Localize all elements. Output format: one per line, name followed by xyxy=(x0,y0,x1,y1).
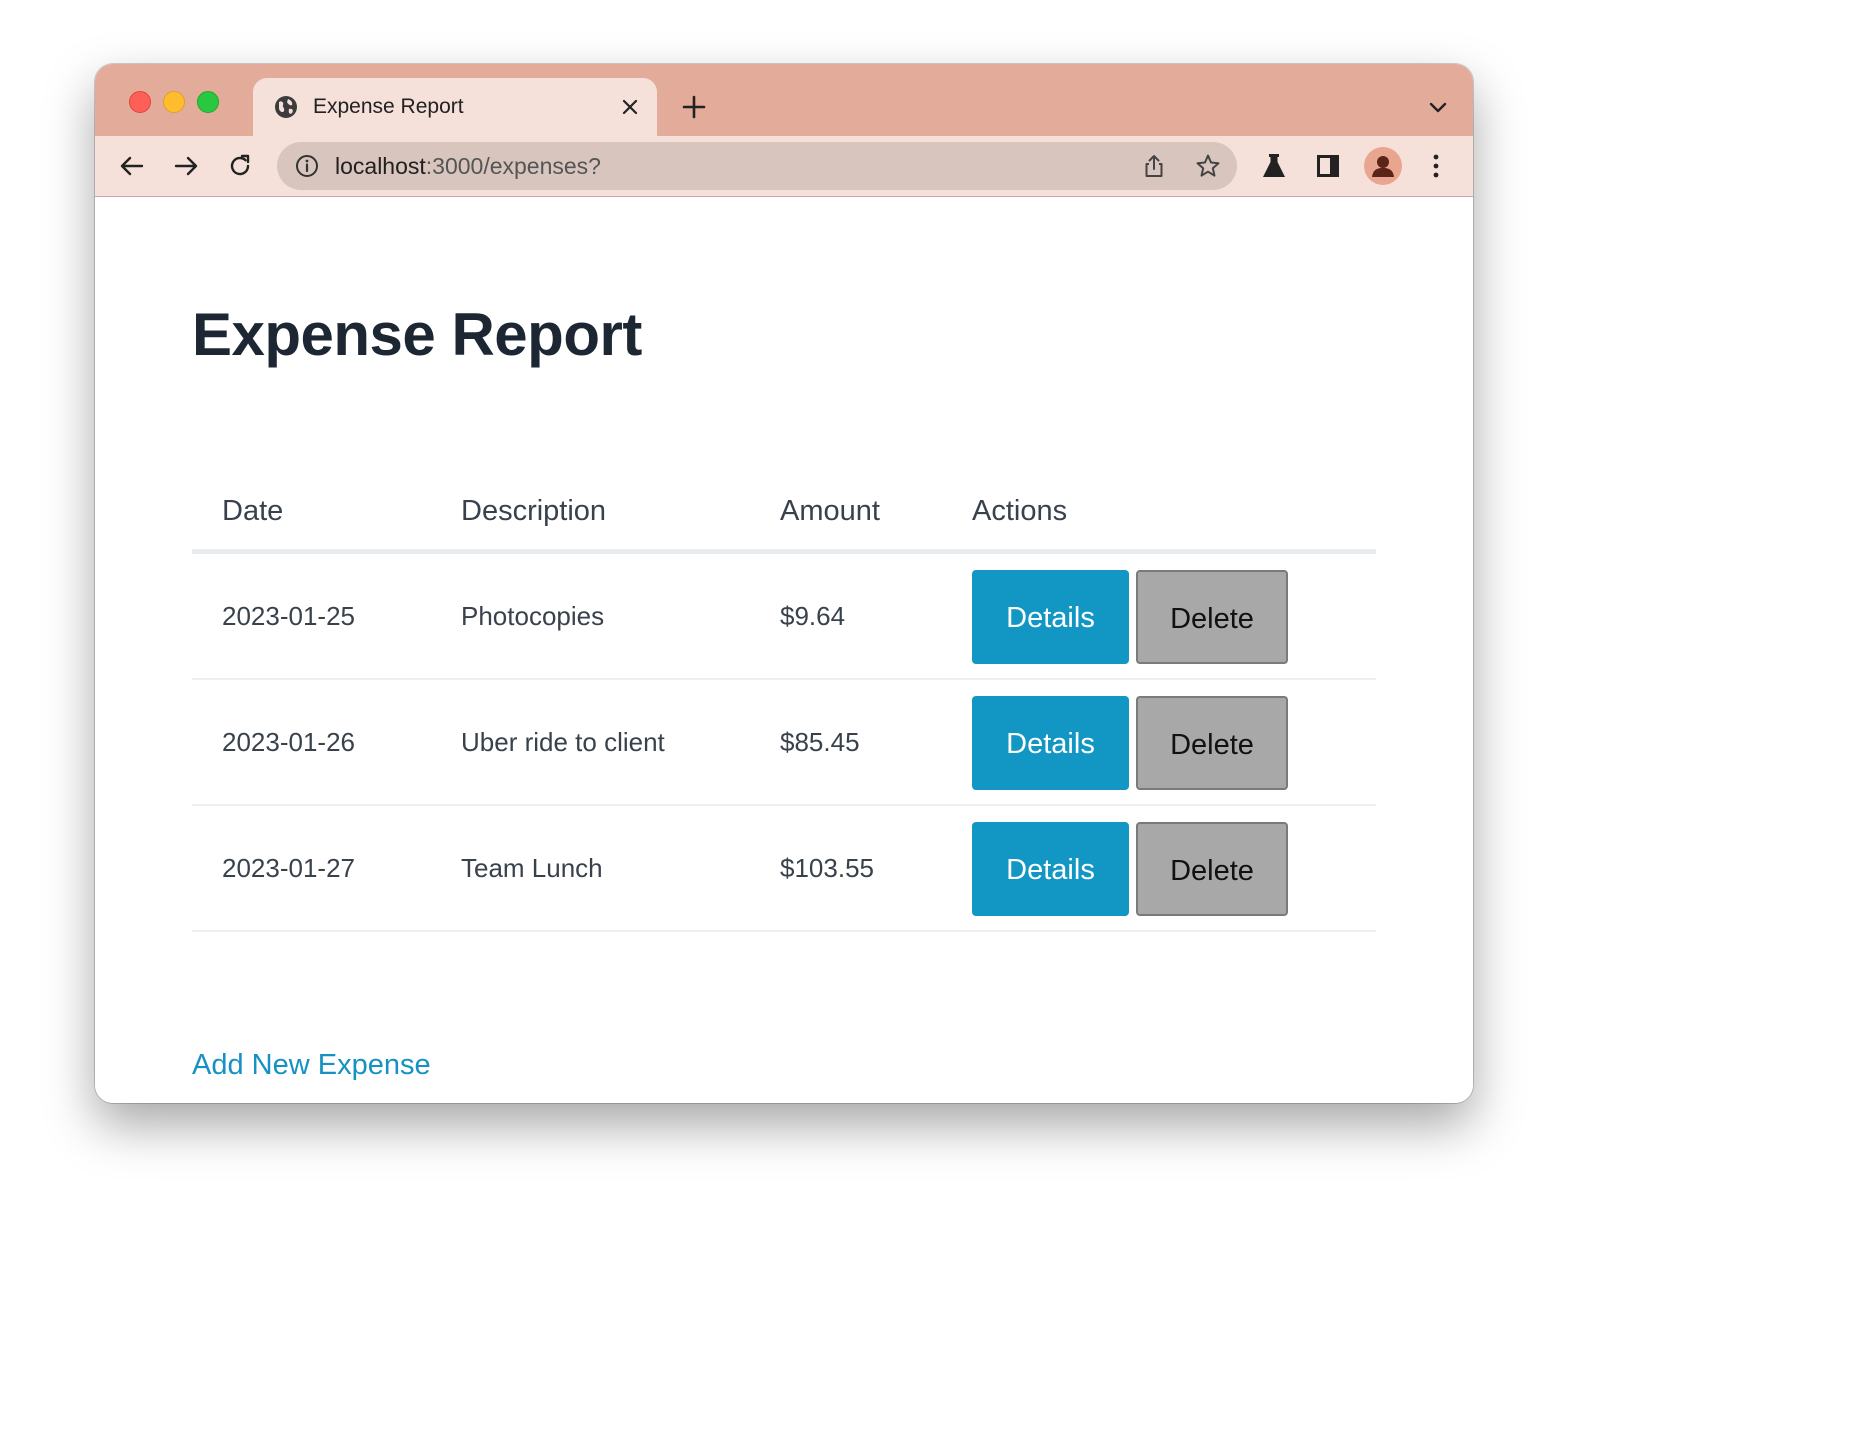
expense-table: Date Description Amount Actions 2023-01-… xyxy=(192,477,1376,932)
info-icon[interactable] xyxy=(295,154,319,178)
page-content: Expense Report Date Description Amount A… xyxy=(95,197,1473,1103)
browser-window: Expense Report localhost:3000/expenses? … xyxy=(95,64,1473,1103)
url-path: :3000/expenses? xyxy=(425,153,601,179)
delete-button[interactable]: Delete xyxy=(1136,696,1288,790)
table-row: 2023-01-26 Uber ride to client $85.45 De… xyxy=(192,680,1376,806)
globe-icon xyxy=(275,96,297,118)
avatar[interactable] xyxy=(1364,147,1402,185)
details-button[interactable]: Details xyxy=(972,570,1129,664)
flask-icon[interactable] xyxy=(1259,151,1289,181)
browser-toolbar: localhost:3000/expenses? xyxy=(95,136,1473,197)
header-description: Description xyxy=(461,495,607,527)
reload-icon[interactable] xyxy=(225,151,255,181)
details-button[interactable]: Details xyxy=(972,696,1129,790)
header-date: Date xyxy=(222,495,284,527)
details-button[interactable]: Details xyxy=(972,822,1129,916)
url-host: localhost xyxy=(335,153,426,179)
screenshot-stage: Expense Report localhost:3000/expenses? … xyxy=(0,0,1568,1228)
cell-date: 2023-01-27 xyxy=(222,853,355,883)
tab-strip: Expense Report xyxy=(95,64,1473,136)
forward-arrow-icon[interactable] xyxy=(171,151,201,181)
close-icon[interactable] xyxy=(617,94,643,120)
page-title: Expense Report xyxy=(192,301,642,368)
profile-icon xyxy=(1372,156,1394,177)
url-text[interactable]: localhost:3000/expenses? xyxy=(335,152,601,180)
window-maximize-button[interactable] xyxy=(197,91,219,113)
kebab-menu-icon[interactable] xyxy=(1421,151,1451,181)
window-minimize-button[interactable] xyxy=(163,91,185,113)
chevron-down-icon[interactable] xyxy=(1427,96,1449,118)
delete-button[interactable]: Delete xyxy=(1136,570,1288,664)
header-actions: Actions xyxy=(972,495,1068,527)
tab-expense-report[interactable]: Expense Report xyxy=(253,78,657,136)
cell-description: Photocopies xyxy=(461,601,605,631)
window-close-button[interactable] xyxy=(129,91,151,113)
tab-title: Expense Report xyxy=(313,95,464,118)
cell-description: Team Lunch xyxy=(461,853,603,883)
star-icon[interactable] xyxy=(1195,153,1221,179)
cell-amount: $85.45 xyxy=(780,727,860,757)
share-icon[interactable] xyxy=(1141,153,1167,179)
table-row: 2023-01-27 Team Lunch $103.55 Details De… xyxy=(192,806,1376,932)
header-amount: Amount xyxy=(780,495,880,527)
cell-description: Uber ride to client xyxy=(461,727,665,757)
back-arrow-icon[interactable] xyxy=(117,151,147,181)
cell-amount: $9.64 xyxy=(780,601,846,631)
cell-date: 2023-01-26 xyxy=(222,727,355,757)
address-bar[interactable]: localhost:3000/expenses? xyxy=(277,142,1237,190)
table-row: 2023-01-25 Photocopies $9.64 Details Del… xyxy=(192,554,1376,680)
cell-date: 2023-01-25 xyxy=(222,601,355,631)
table-header: Date Description Amount Actions xyxy=(192,477,1376,554)
add-new-expense-link[interactable]: Add New Expense xyxy=(192,1047,431,1083)
delete-button[interactable]: Delete xyxy=(1136,822,1288,916)
plus-icon[interactable] xyxy=(679,92,709,122)
side-panel-icon[interactable] xyxy=(1313,151,1343,181)
cell-amount: $103.55 xyxy=(780,853,874,883)
